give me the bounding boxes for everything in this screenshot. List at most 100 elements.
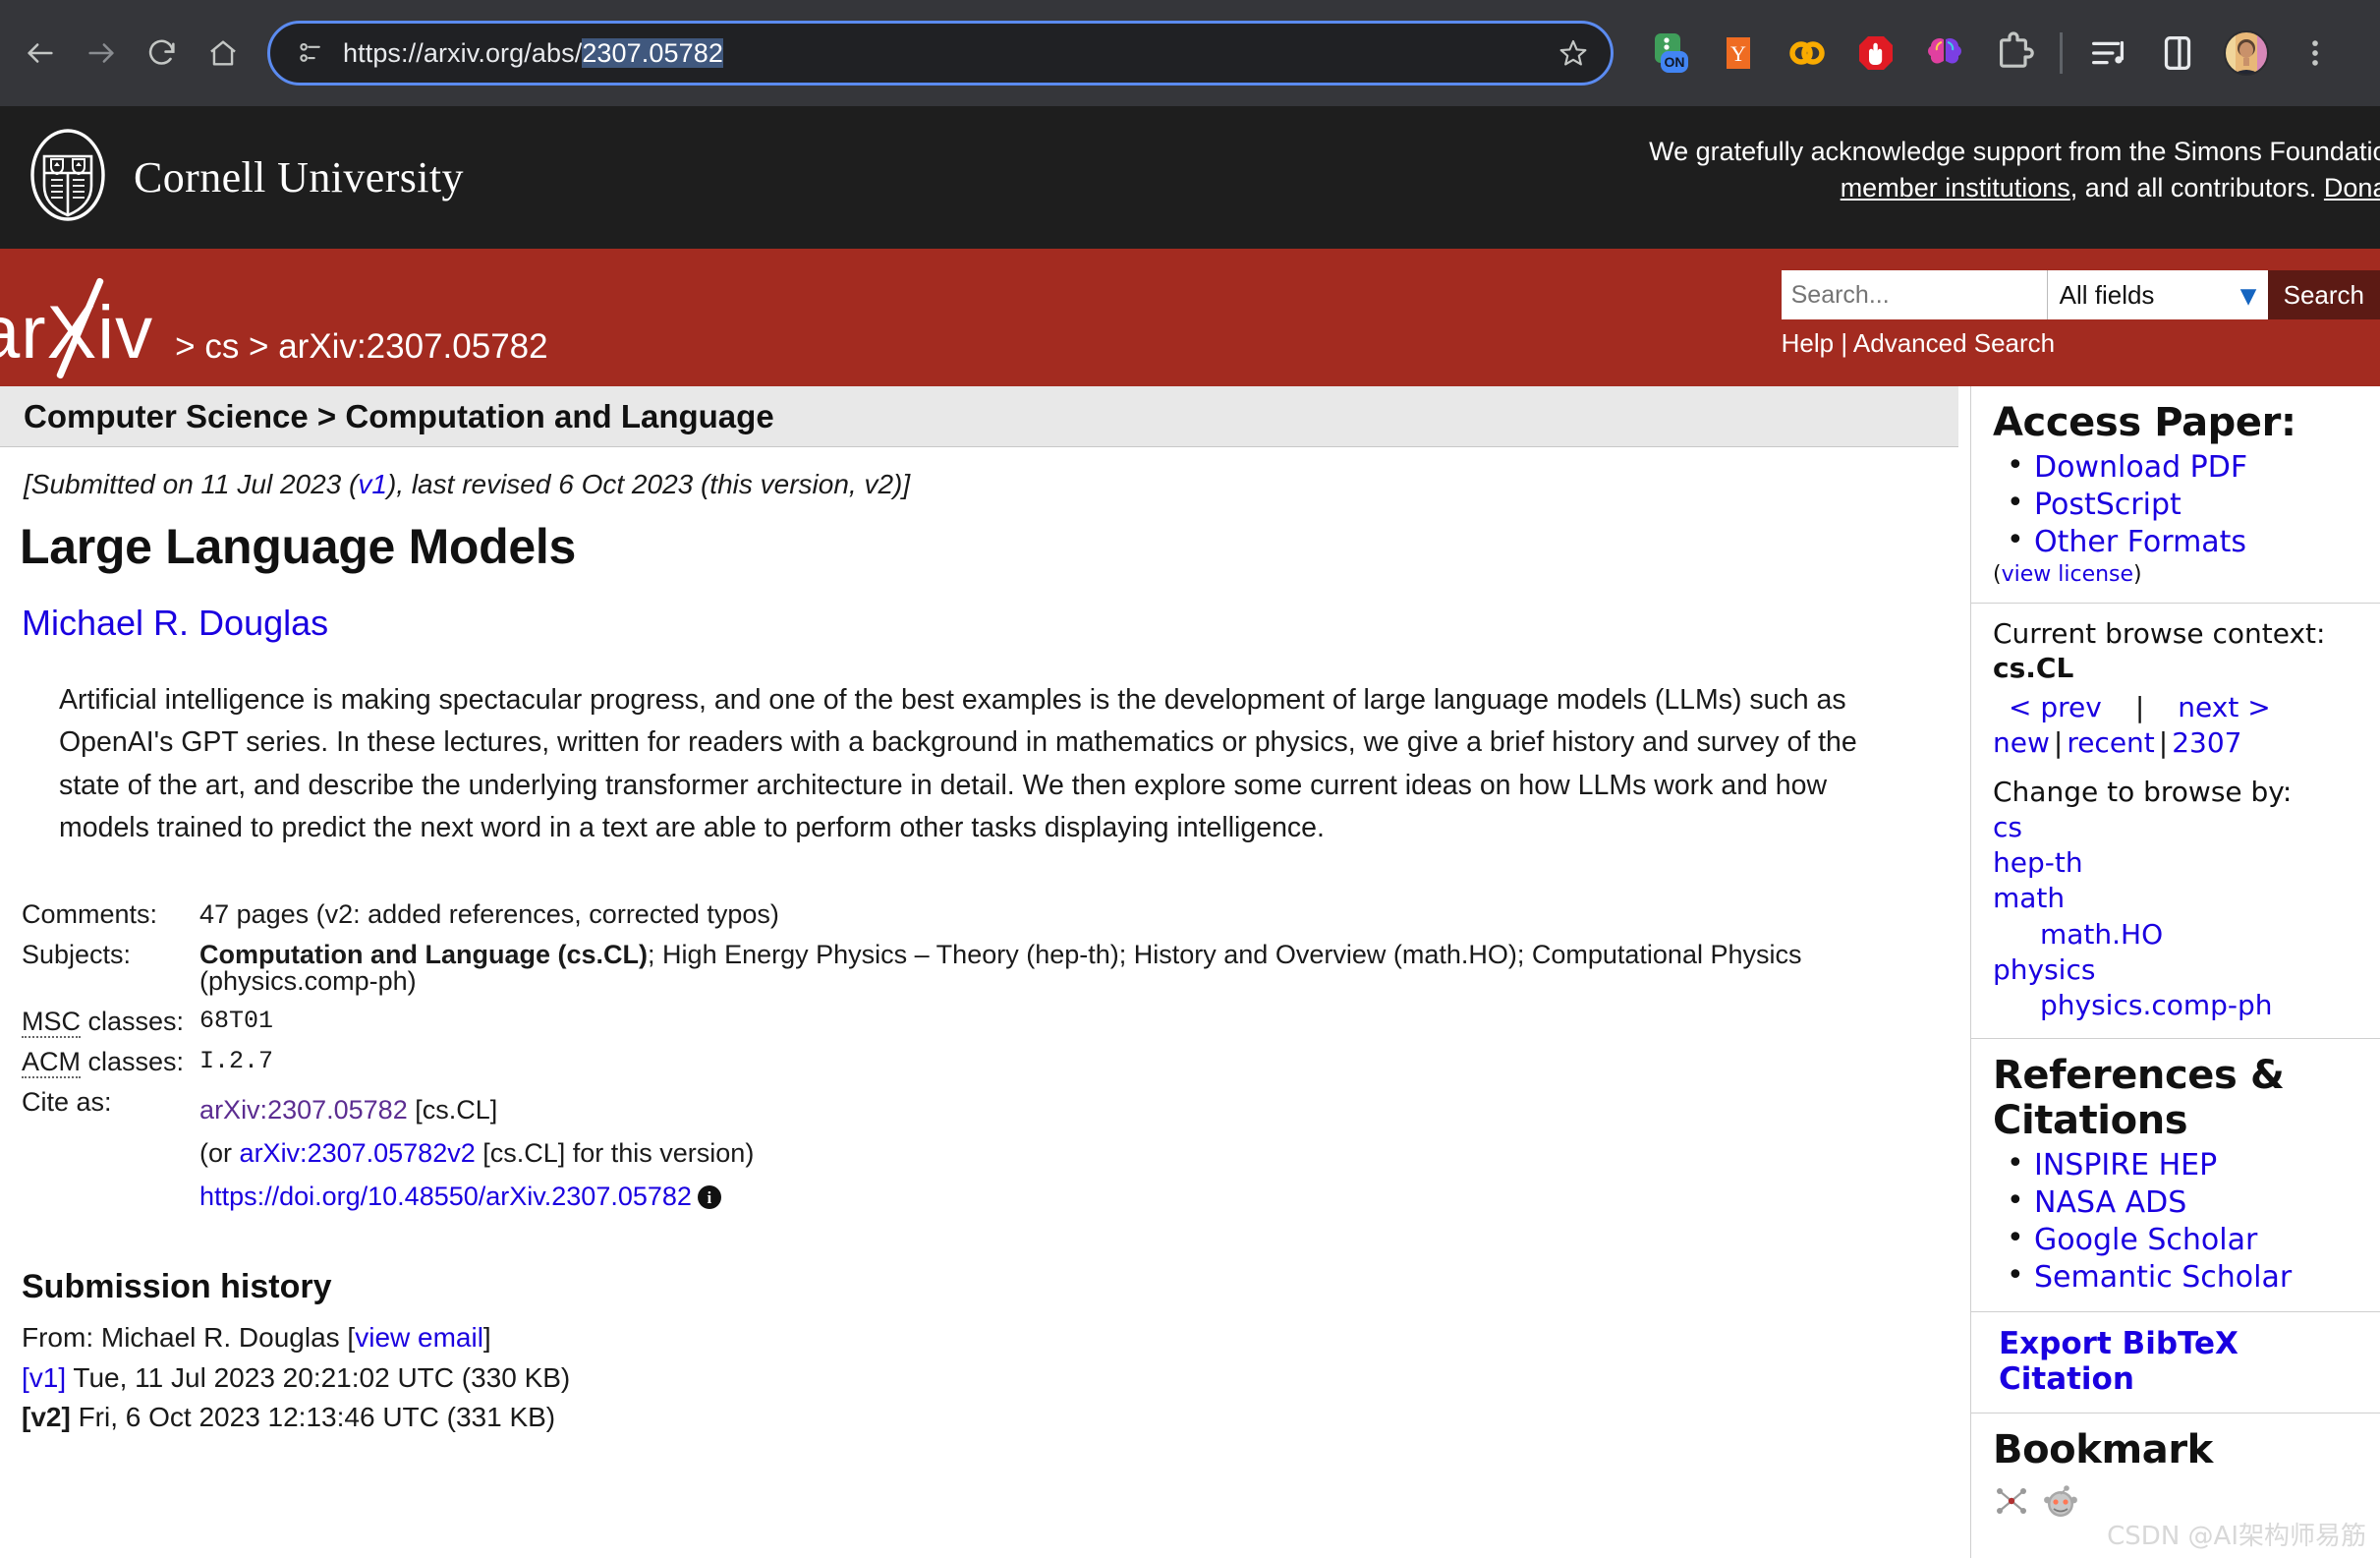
search-help-row: Help | Advanced Search xyxy=(1782,328,2056,359)
next-link[interactable]: next > xyxy=(2178,691,2270,723)
reload-icon[interactable] xyxy=(132,23,193,84)
page-body: Computer Science > Computation and Langu… xyxy=(0,386,2380,1558)
export-bibtex-link[interactable]: Export BibTeX Citation xyxy=(1999,1326,2238,1397)
simons-acknowledgement: We gratefully acknowledge support from t… xyxy=(1427,134,2380,207)
star-icon[interactable] xyxy=(1558,37,1589,69)
cite-line1-rest: [cs.CL] xyxy=(407,1095,498,1125)
other-formats-link[interactable]: Other Formats xyxy=(2034,525,2246,559)
browse-link-physics-comp-ph[interactable]: physics.comp-ph xyxy=(2040,989,2273,1021)
browse-subcategory-mathho: math.HO xyxy=(2040,918,2362,952)
new-link[interactable]: new xyxy=(1993,726,2050,759)
browser-chrome: https://arxiv.org/abs/2307.05782 ON Y xyxy=(0,0,2380,106)
forward-arrow-icon[interactable] xyxy=(71,23,132,84)
recent-link[interactable]: recent xyxy=(2067,726,2154,759)
address-bar[interactable]: https://arxiv.org/abs/2307.05782 xyxy=(267,21,1614,86)
breadcrumb: > cs > arXiv:2307.05782 xyxy=(175,327,548,366)
metadata-table: Comments: 47 pages (v2: added references… xyxy=(22,894,1958,1225)
comments-value: 47 pages (v2: added references, correcte… xyxy=(199,899,779,930)
msc-classes-value: 68T01 xyxy=(199,1007,274,1036)
month-link[interactable]: 2307 xyxy=(2172,726,2241,759)
extension-icon-y-orange[interactable]: Y xyxy=(1704,19,1773,87)
back-arrow-icon[interactable] xyxy=(10,23,71,84)
arxiv-id-v2-link[interactable]: arXiv:2307.05782v2 xyxy=(240,1138,476,1168)
v1-link[interactable]: v1 xyxy=(358,469,387,499)
nasa-ads-link[interactable]: NASA ADS xyxy=(2034,1185,2186,1220)
simons-mid-text: , and all contributors. xyxy=(2069,173,2324,203)
semantic-scholar-link[interactable]: Semantic Scholar xyxy=(2034,1260,2292,1295)
google-scholar-link[interactable]: Google Scholar xyxy=(2034,1223,2257,1257)
extension-icon-brain[interactable] xyxy=(1910,19,1979,87)
submission-dateline: [Submitted on 11 Jul 2023 (v1), last rev… xyxy=(24,469,1958,500)
browse-link-physics[interactable]: physics xyxy=(1993,953,2095,986)
page-title: Large Language Models xyxy=(20,519,577,574)
help-link[interactable]: Help xyxy=(1782,328,1834,358)
v2-version-tag: [v2] xyxy=(22,1402,71,1433)
bibsonomy-icon[interactable] xyxy=(1993,1482,2030,1524)
cite-line-primary: arXiv:2307.05782 [cs.CL] xyxy=(199,1089,1958,1132)
view-email-link[interactable]: view email xyxy=(355,1322,483,1353)
list-item: NASA ADS xyxy=(2007,1183,2362,1222)
csdn-watermark: CSDN @AI架构师易筋 xyxy=(2107,1522,2366,1552)
prev-link[interactable]: < prev xyxy=(2009,691,2102,723)
browse-category-physics: physics xyxy=(1993,953,2362,987)
arxiv-search-row: All fields ▾ Search xyxy=(1781,270,2380,319)
from-pre: From: Michael R. Douglas [ xyxy=(22,1322,356,1354)
submission-history-section: Submission history From: Michael R. Doug… xyxy=(22,1268,1958,1437)
browse-category-cs: cs xyxy=(1993,811,2362,844)
bookmark-box: Bookmark CSDN @AI架构师易筋 xyxy=(1970,1413,2380,1558)
reddit-icon[interactable] xyxy=(2042,1482,2079,1524)
acm-label-rest: classes: xyxy=(81,1047,185,1077)
download-pdf-link[interactable]: Download PDF xyxy=(2034,450,2247,485)
extension-icon-on-toggle[interactable]: ON xyxy=(1635,19,1704,87)
extension-icon-adblock-hand[interactable] xyxy=(1842,19,1910,87)
search-field-select[interactable]: All fields ▾ xyxy=(2046,270,2268,319)
new-recent-row: new | recent | 2307 xyxy=(1993,726,2362,760)
arxiv-breadcrumb-row: arXiv > cs > arXiv:2307.05782 xyxy=(0,277,548,379)
doi-link[interactable]: https://doi.org/10.48550/arXiv.2307.0578… xyxy=(199,1182,692,1211)
advanced-search-link[interactable]: Advanced Search xyxy=(1853,328,2055,358)
browse-link-math-ho[interactable]: math.HO xyxy=(2040,918,2163,951)
home-icon[interactable] xyxy=(193,23,254,84)
info-icon[interactable]: i xyxy=(697,1185,721,1210)
submission-history-lines: From: Michael R. Douglas [view email] [v… xyxy=(22,1318,1958,1437)
media-playlist-icon[interactable] xyxy=(2074,19,2143,87)
v1-version-link[interactable]: [v1] xyxy=(22,1362,66,1393)
acm-classes-label: ACM classes: xyxy=(22,1042,199,1082)
abstract-text: Artificial intelligence is making specta… xyxy=(59,684,1857,843)
msc-classes-label: MSC classes: xyxy=(22,1002,199,1042)
address-bar-url[interactable]: https://arxiv.org/abs/2307.05782 xyxy=(343,37,1558,69)
browse-link-cs[interactable]: cs xyxy=(1993,811,2022,843)
profile-avatar[interactable] xyxy=(2212,19,2281,87)
cornell-header: Cornell University We gratefully acknowl… xyxy=(0,106,2380,249)
table-row: MSC classes: 68T01 xyxy=(22,1002,1958,1042)
subjects-value: Computation and Language (cs.CL); High E… xyxy=(199,935,1958,1002)
arxiv-logo[interactable]: arXiv xyxy=(0,277,153,379)
arxiv-id-link[interactable]: arXiv:2307.05782 xyxy=(199,1095,408,1125)
access-paper-title: Access Paper: xyxy=(1993,400,2296,445)
postscript-link[interactable]: PostScript xyxy=(2034,488,2182,522)
search-button[interactable]: Search xyxy=(2267,270,2380,319)
inspire-hep-link[interactable]: INSPIRE HEP xyxy=(2034,1148,2217,1183)
authors-row: Michael R. Douglas xyxy=(22,603,1958,644)
submission-from-line: From: Michael R. Douglas [view email] xyxy=(22,1318,1958,1357)
site-info-icon[interactable] xyxy=(296,38,325,68)
member-institutions-link[interactable]: member institutions xyxy=(1841,173,2070,202)
cite-line2-rest: [cs.CL] for this version) xyxy=(475,1137,755,1168)
extension-icon-colab[interactable] xyxy=(1773,19,1842,87)
browse-context-label: Current browse context: xyxy=(1993,617,2326,651)
author-link[interactable]: Michael R. Douglas xyxy=(22,603,328,643)
browse-link-math[interactable]: math xyxy=(1993,882,2065,914)
cite-line-doi: https://doi.org/10.48550/arXiv.2307.0578… xyxy=(199,1176,1958,1219)
donate-link[interactable]: Donate xyxy=(2324,173,2380,202)
search-input[interactable] xyxy=(1781,270,2047,319)
cornell-logo-link[interactable]: Cornell University xyxy=(0,127,464,228)
side-panel-icon[interactable] xyxy=(2143,19,2212,87)
access-paper-box: Access Paper: Download PDF PostScript Ot… xyxy=(1970,386,2380,604)
cornell-university-text: Cornell University xyxy=(134,153,464,202)
list-item: PostScript xyxy=(2007,485,2362,524)
browse-link-hep-th[interactable]: hep-th xyxy=(1993,846,2083,879)
view-license-row: (view license) xyxy=(1993,562,2362,587)
chrome-menu-icon[interactable] xyxy=(2281,19,2350,87)
view-license-link[interactable]: view license xyxy=(2002,562,2133,587)
puzzle-extensions-icon[interactable] xyxy=(1979,19,2048,87)
